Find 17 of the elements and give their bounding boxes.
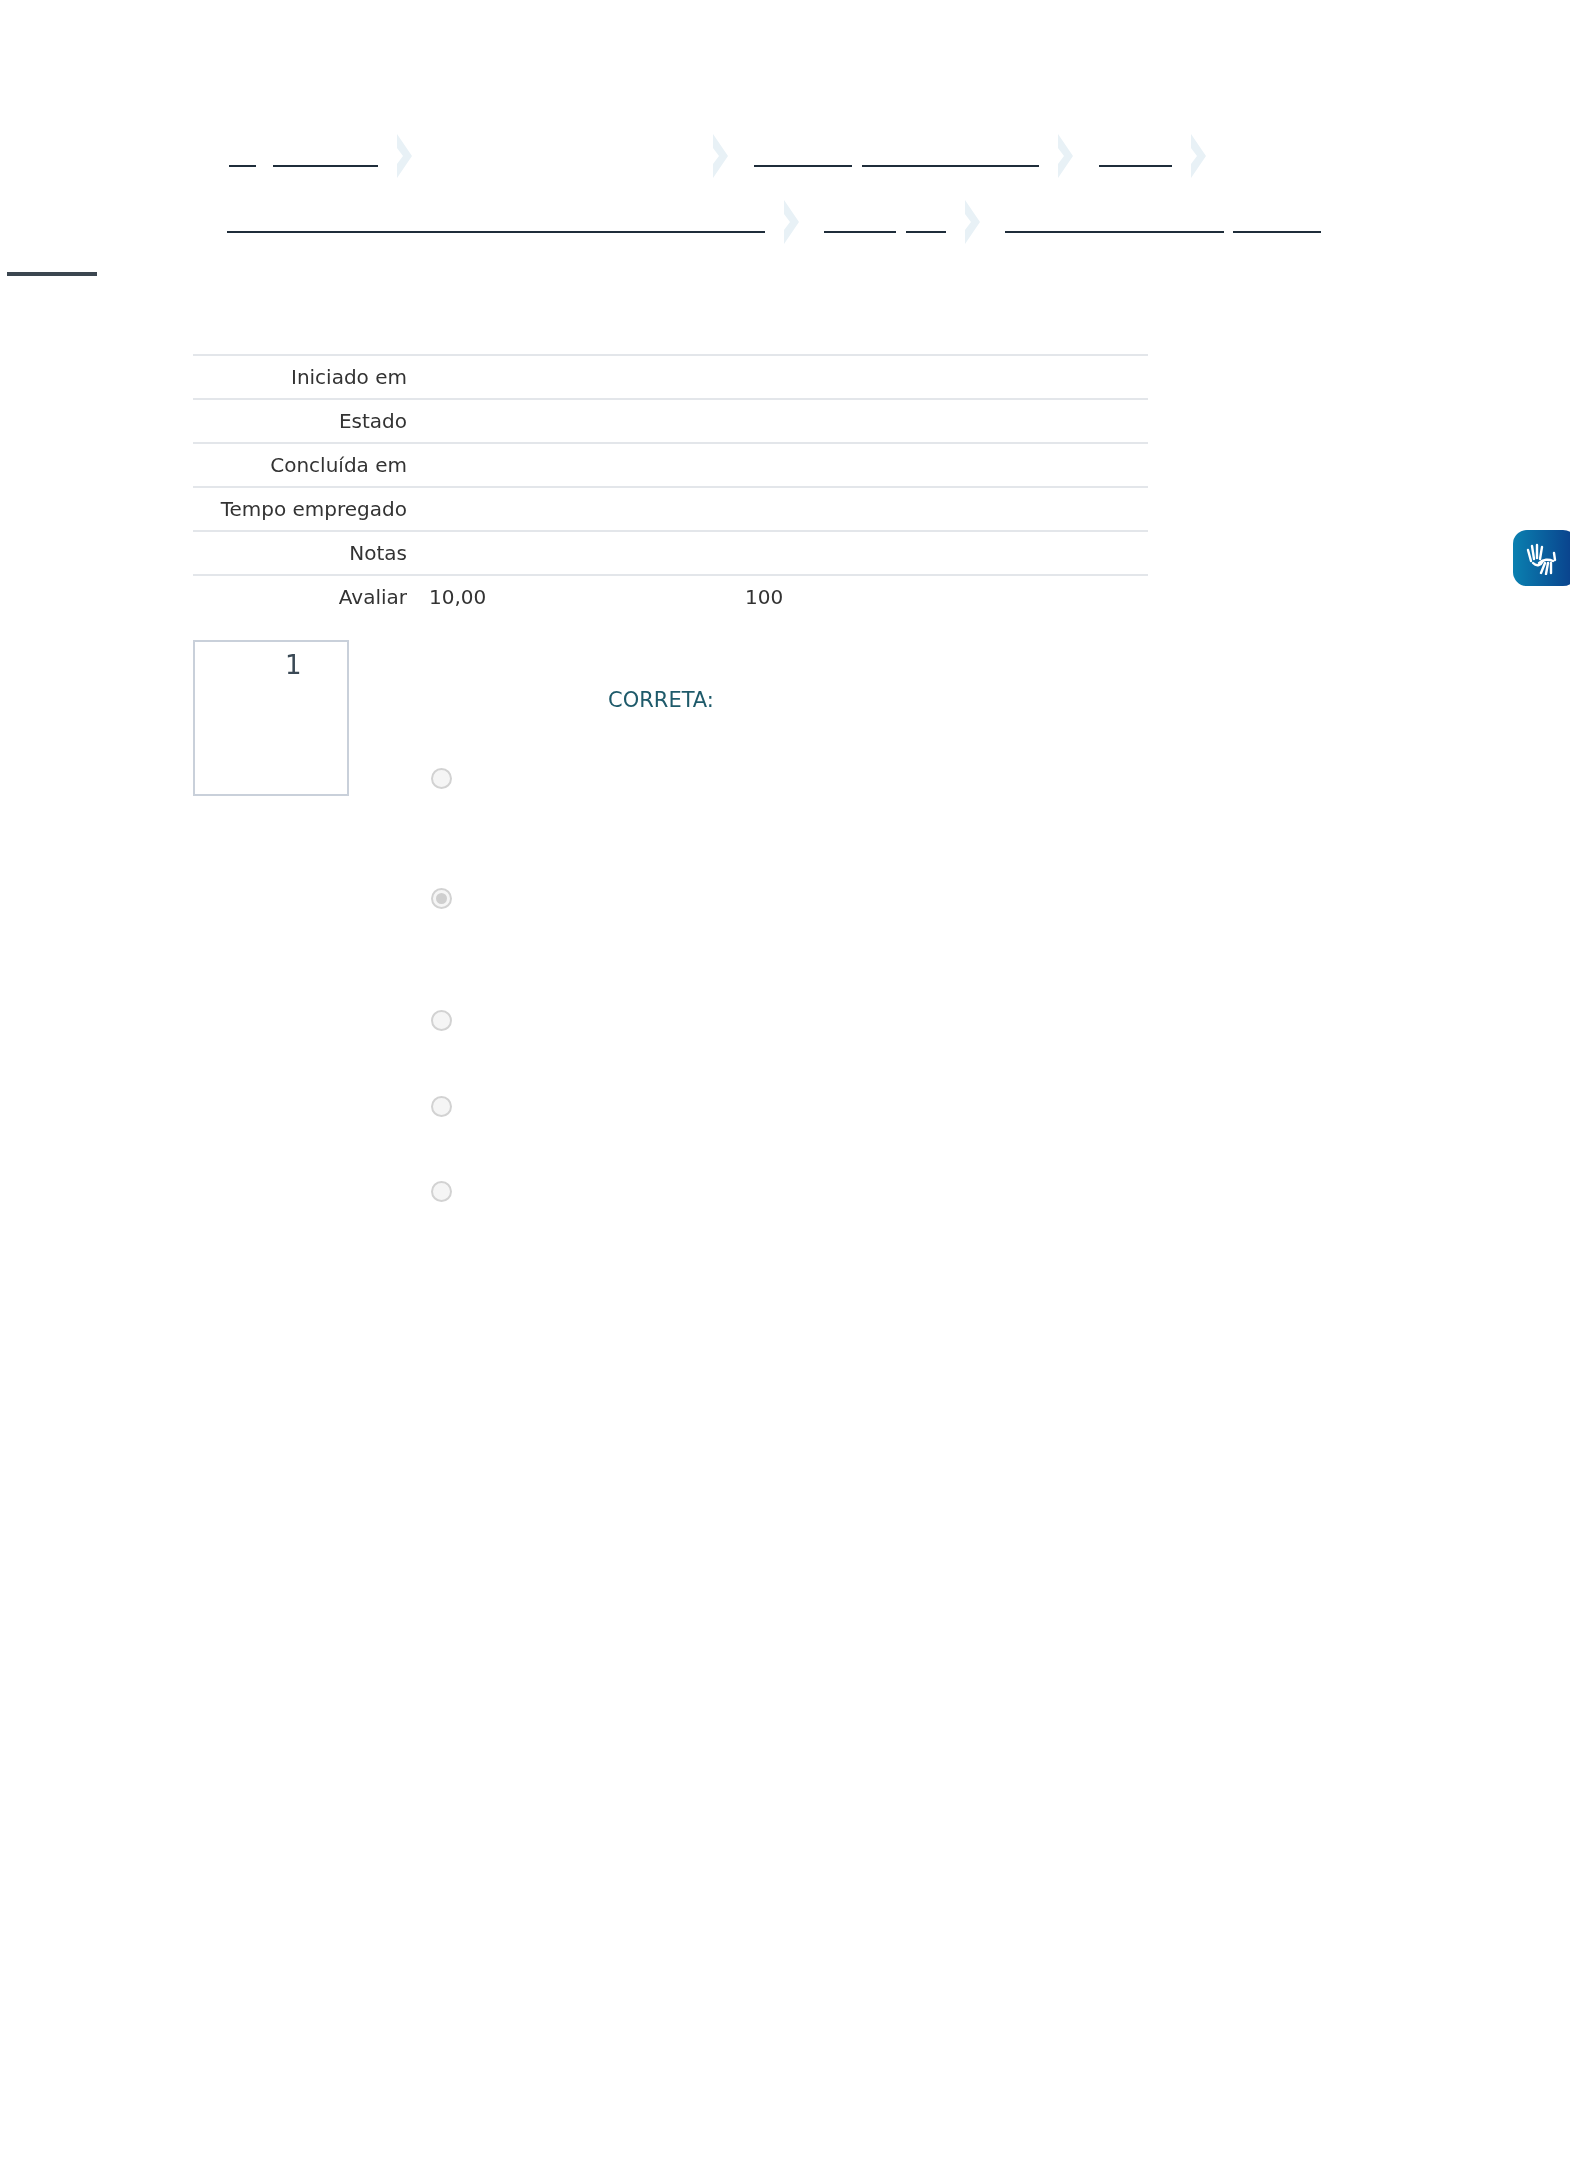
grade-value: 10,00 — [429, 584, 488, 611]
grade-max: 100 — [745, 584, 784, 611]
sign-language-button[interactable] — [1513, 530, 1570, 586]
hands-icon — [1525, 541, 1559, 575]
radio-button[interactable] — [431, 1096, 452, 1117]
field-label: Tempo empregado — [219, 496, 407, 523]
field-label: Notas — [348, 540, 407, 567]
radio-button[interactable] — [431, 768, 452, 789]
field-label: Iniciado em — [290, 364, 407, 391]
field-label: Estado — [337, 408, 407, 435]
radio-button[interactable] — [431, 1010, 452, 1031]
radio-button[interactable] — [431, 888, 452, 909]
correct-label: CORRETA: — [608, 688, 714, 712]
field-label: Avaliar — [337, 584, 407, 611]
field-label: Concluída em — [269, 452, 407, 479]
radio-button[interactable] — [431, 1181, 452, 1202]
question-number: 1 — [285, 650, 303, 680]
